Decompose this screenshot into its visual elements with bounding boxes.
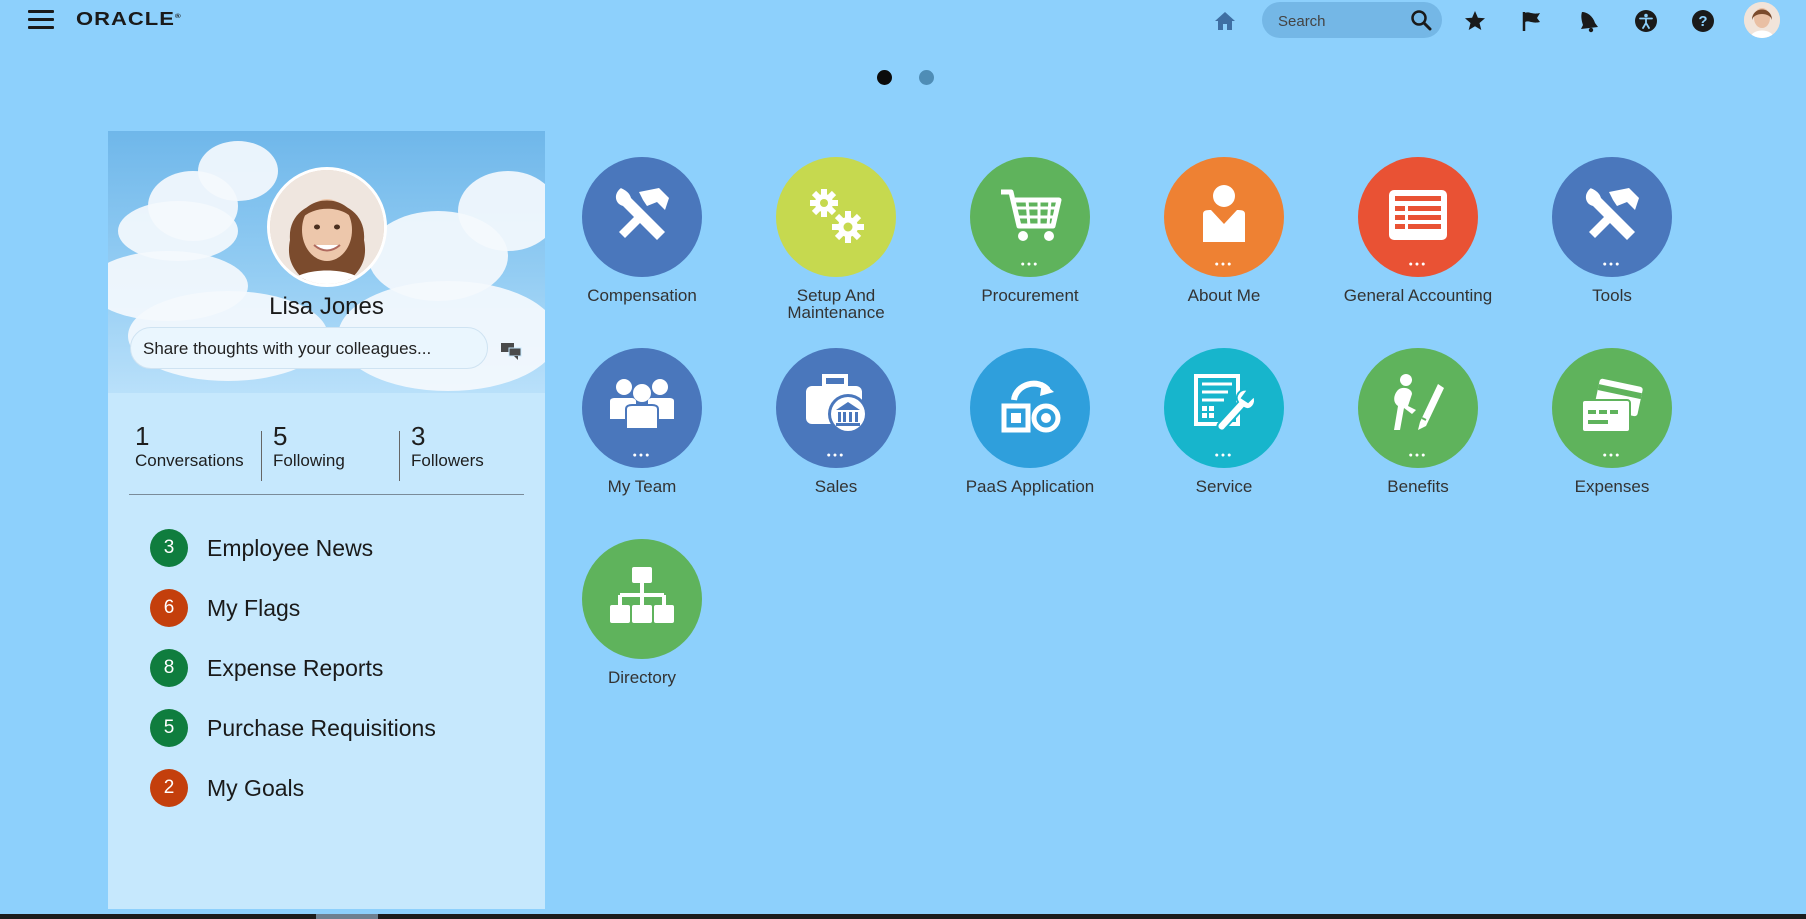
more-dots: ●●●	[1408, 452, 1428, 459]
tile-circle	[776, 157, 896, 277]
global-header: ORACLE® ?	[0, 0, 1806, 46]
stat-divider	[399, 431, 400, 481]
tile-circle: ●●●	[970, 157, 1090, 277]
accessibility-icon[interactable]	[1631, 6, 1661, 36]
paas-icon	[994, 370, 1066, 447]
person-icon	[1189, 180, 1259, 255]
profile-banner: Lisa Jones	[108, 131, 545, 393]
tile-general-accounting[interactable]: ●●● General Accounting	[1321, 157, 1515, 327]
tile-circle: ●●●	[1164, 348, 1284, 468]
tile-circle: ●●●	[1358, 348, 1478, 468]
more-dots: ●●●	[1020, 261, 1040, 268]
search-icon[interactable]	[1410, 9, 1432, 36]
help-icon[interactable]: ?	[1688, 6, 1718, 36]
count-badge: 3	[150, 529, 188, 567]
conversation-icon[interactable]	[500, 341, 524, 366]
tile-benefits[interactable]: ●●● Benefits	[1321, 348, 1515, 518]
stat-divider	[261, 431, 262, 481]
count-badge: 5	[150, 709, 188, 747]
count-badge: 2	[150, 769, 188, 807]
tile-circle	[582, 539, 702, 659]
tile-circle: ●●●	[776, 348, 896, 468]
ledger-icon	[1383, 180, 1453, 255]
svg-text:?: ?	[1698, 13, 1707, 30]
more-dots: ●●●	[1214, 261, 1234, 268]
more-dots: ●●●	[632, 452, 652, 459]
tile-paas-application[interactable]: PaaS Application	[933, 348, 1127, 518]
more-dots: ●●●	[1408, 261, 1428, 268]
flag-icon[interactable]	[1517, 6, 1547, 36]
org-chart-icon	[606, 561, 678, 638]
tile-sales[interactable]: ●●● Sales	[739, 348, 933, 518]
tile-about-me[interactable]: ●●● About Me	[1127, 157, 1321, 327]
more-dots: ●●●	[826, 452, 846, 459]
window-bottom-bar	[0, 914, 1806, 919]
count-badge: 8	[150, 649, 188, 687]
briefcase-bank-icon	[800, 370, 872, 447]
tile-expenses[interactable]: ●●● Expenses	[1515, 348, 1709, 518]
tile-service[interactable]: ●●● Service	[1127, 348, 1321, 518]
item-my-flags[interactable]: 6 My Flags	[150, 589, 510, 629]
more-dots: ●●●	[1602, 261, 1622, 268]
gears-icon	[800, 179, 872, 256]
benefits-icon	[1382, 370, 1454, 447]
stat-following[interactable]: 5 Following	[273, 421, 345, 481]
tile-circle: ●●●	[1164, 157, 1284, 277]
profile-photo[interactable]	[267, 167, 387, 287]
navigator-menu-icon[interactable]	[28, 10, 54, 32]
tile-procurement[interactable]: ●●● Procurement	[933, 157, 1127, 327]
social-stats: 1 Conversations 5 Following 3 Followers	[135, 421, 535, 491]
stat-followers[interactable]: 3 Followers	[411, 421, 484, 481]
tile-tools[interactable]: ●●● Tools	[1515, 157, 1709, 327]
service-icon	[1188, 370, 1260, 447]
item-my-goals[interactable]: 2 My Goals	[150, 769, 510, 809]
tile-directory[interactable]: Directory	[545, 539, 739, 709]
profile-panel: Lisa Jones 1 Conversations 5 Following 3…	[108, 131, 545, 909]
tile-my-team[interactable]: ●●● My Team	[545, 348, 739, 518]
tile-setup-and-maintenance[interactable]: Setup And Maintenance	[739, 157, 933, 327]
item-employee-news[interactable]: 3 Employee News	[150, 529, 510, 569]
page-dot-1[interactable]	[877, 70, 892, 85]
global-search[interactable]	[1262, 2, 1442, 38]
tile-circle: ●●●	[1552, 157, 1672, 277]
cart-icon	[995, 180, 1065, 255]
user-avatar[interactable]	[1744, 2, 1780, 38]
more-dots: ●●●	[1602, 452, 1622, 459]
divider	[129, 494, 524, 495]
oracle-logo[interactable]: ORACLE®	[76, 8, 182, 30]
page-dot-2[interactable]	[919, 70, 934, 85]
tile-circle	[970, 348, 1090, 468]
share-thoughts-input[interactable]	[141, 338, 475, 360]
count-badge: 6	[150, 589, 188, 627]
favorites-star-icon[interactable]	[1460, 6, 1490, 36]
tile-circle	[582, 157, 702, 277]
item-purchase-requisitions[interactable]: 5 Purchase Requisitions	[150, 709, 510, 749]
more-dots: ●●●	[1214, 452, 1234, 459]
tile-circle: ●●●	[1552, 348, 1672, 468]
tile-circle: ●●●	[582, 348, 702, 468]
profile-name: Lisa Jones	[269, 293, 384, 320]
share-thoughts-box[interactable]	[130, 327, 488, 369]
tile-compensation[interactable]: Compensation	[545, 157, 739, 327]
tile-circle: ●●●	[1358, 157, 1478, 277]
notifications-bell-icon[interactable]	[1574, 6, 1604, 36]
team-icon	[606, 371, 678, 446]
tools-icon	[1577, 180, 1647, 255]
page-indicator	[0, 70, 1806, 86]
stat-conversations[interactable]: 1 Conversations	[135, 421, 244, 481]
cards-icon	[1576, 370, 1648, 447]
item-expense-reports[interactable]: 8 Expense Reports	[150, 649, 510, 689]
search-input[interactable]	[1276, 10, 1410, 32]
home-icon[interactable]	[1210, 6, 1240, 36]
tools-icon	[607, 180, 677, 255]
